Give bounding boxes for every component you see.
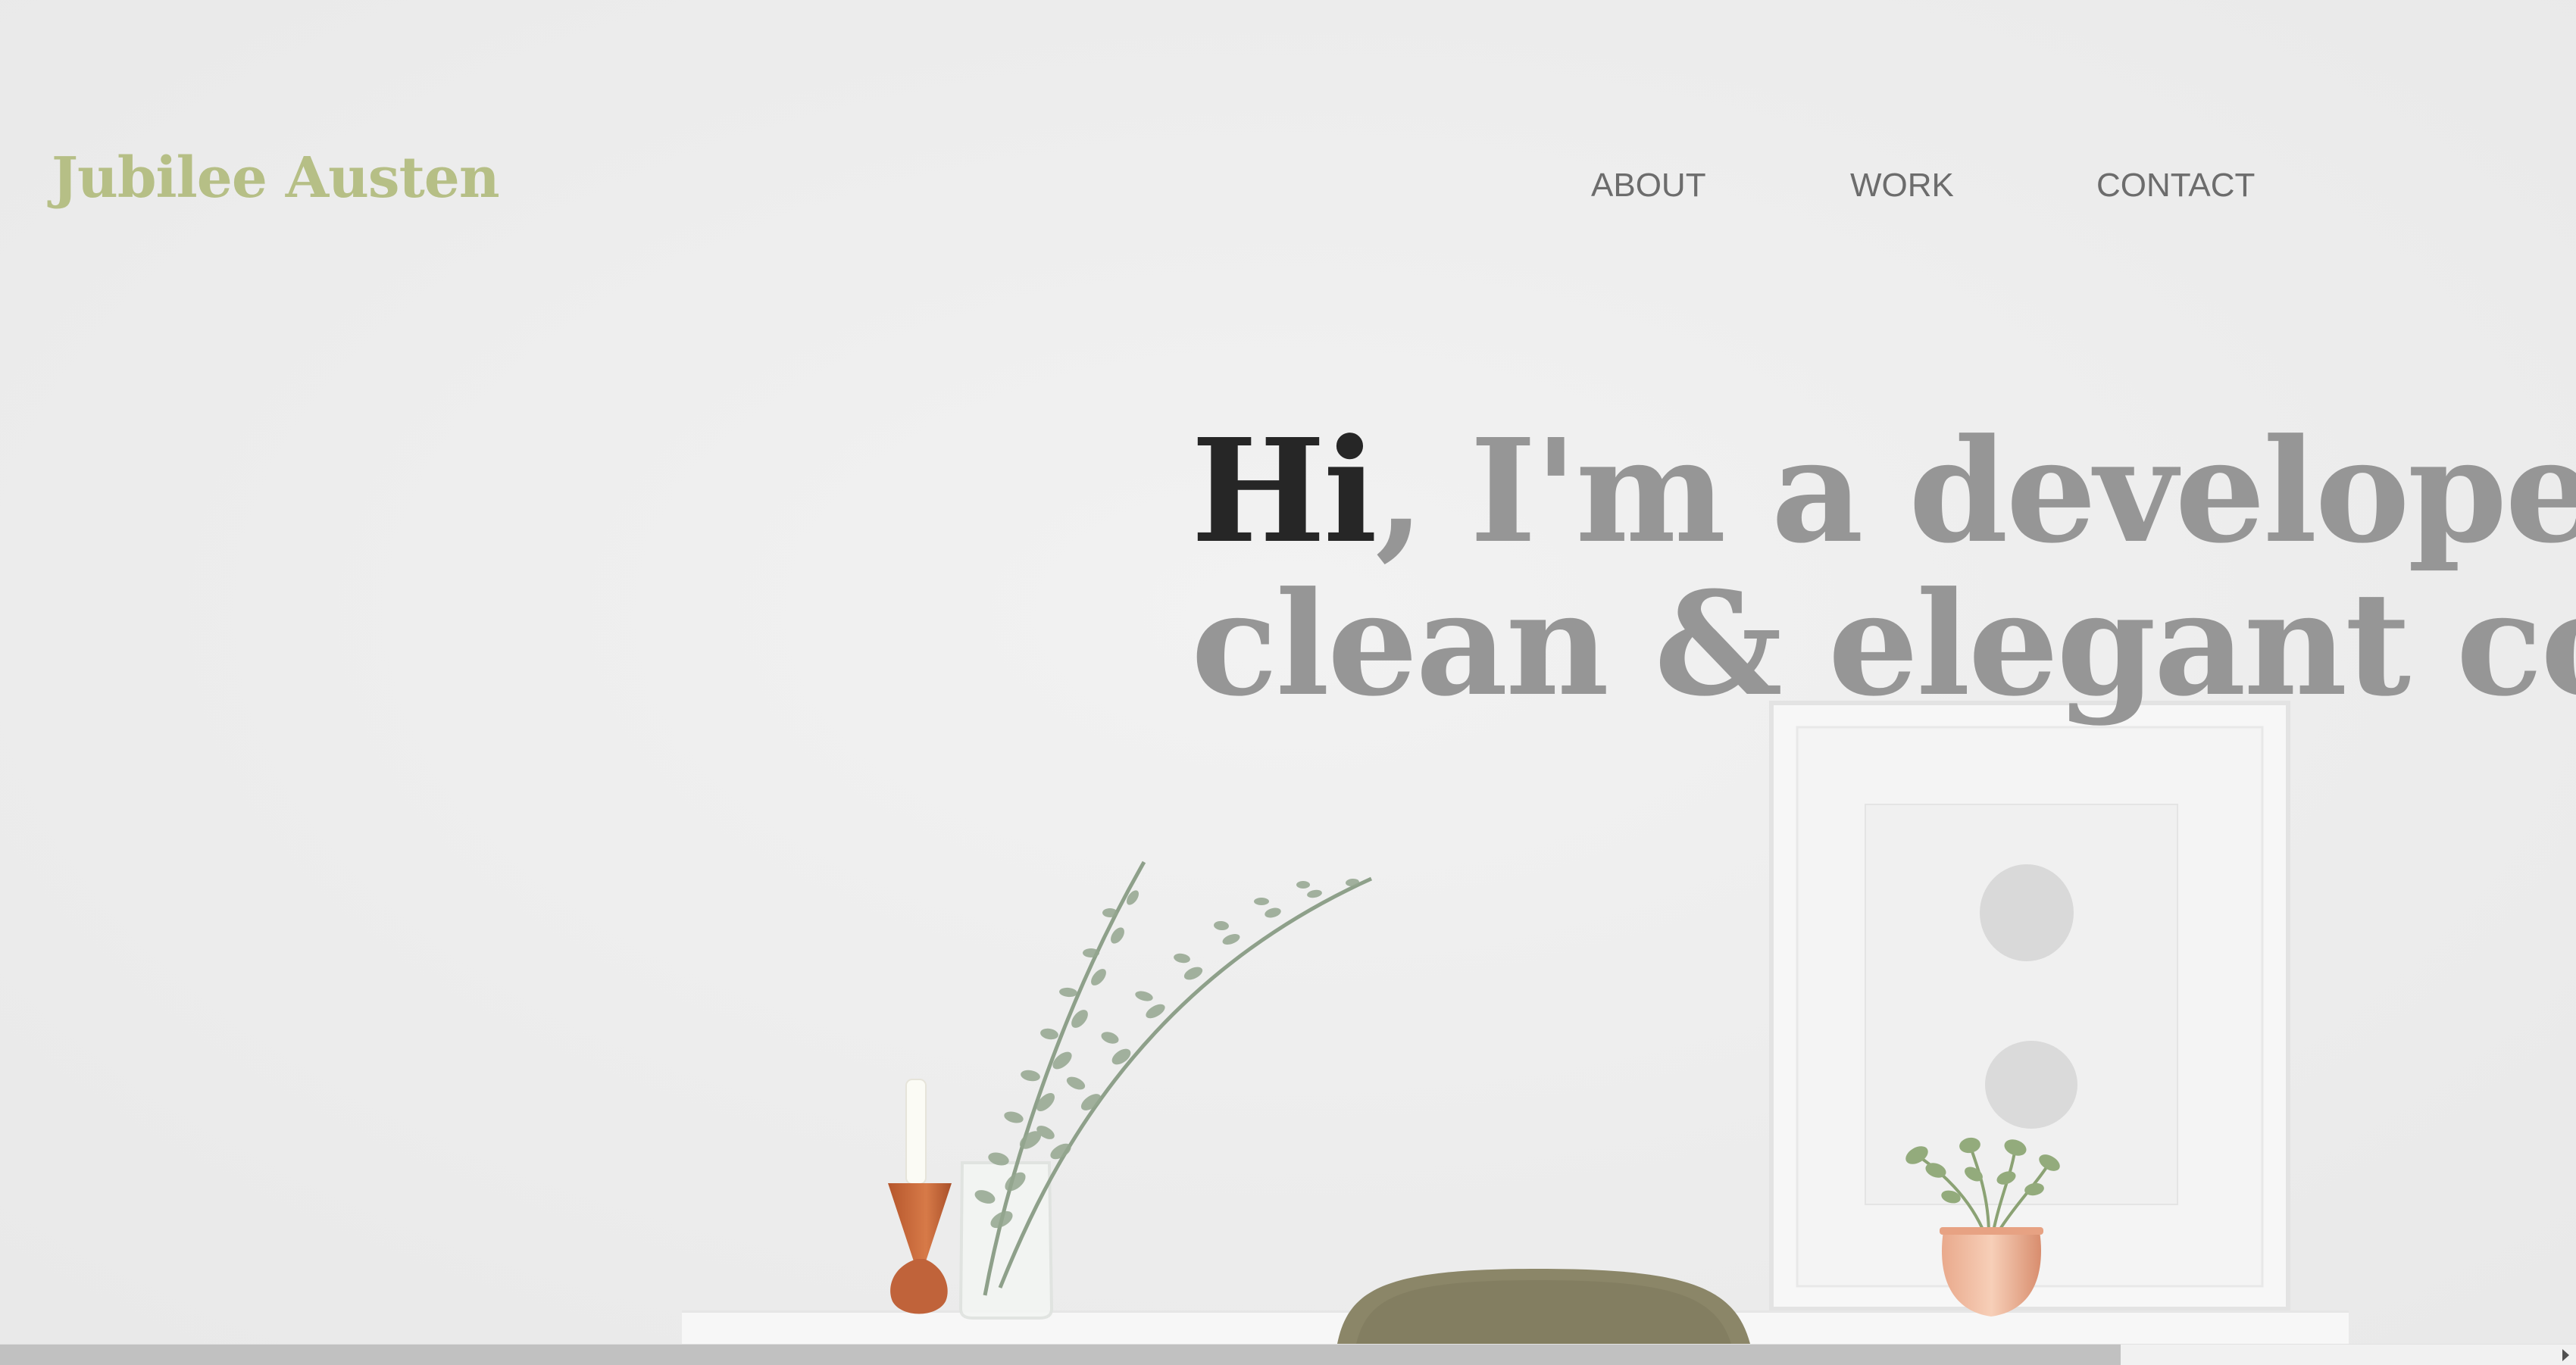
- hero-headline-hi: Hi: [1191, 415, 1377, 575]
- picture-frame: [1769, 701, 2290, 1311]
- nav-link-contact[interactable]: CONTACT: [2096, 163, 2255, 208]
- nav-link-about[interactable]: ABOUT: [1591, 163, 1706, 208]
- hero-headline-container: Hi, I'm a developer th clean & elegant c…: [1191, 415, 2576, 733]
- hero-headline: Hi, I'm a developer th clean & elegant c…: [1191, 415, 2576, 721]
- hero-headline-line-2: clean & elegant code.: [1191, 561, 2576, 728]
- scroll-right-arrow-icon[interactable]: [2555, 1345, 2576, 1365]
- horizontal-scrollbar-thumb[interactable]: [0, 1345, 2121, 1365]
- horizontal-scrollbar[interactable]: [0, 1344, 2576, 1365]
- brand-logo-link[interactable]: Jubilee Austen: [52, 150, 500, 206]
- page: Jubilee Austen ABOUT WORK CONTACT Hi, I'…: [0, 0, 2576, 1365]
- hero-headline-line-1: Hi, I'm a developer th: [1191, 415, 2576, 568]
- nav-link-work[interactable]: WORK: [1850, 163, 1954, 208]
- hero-headline-rest: , I'm a developer th: [1375, 415, 2576, 575]
